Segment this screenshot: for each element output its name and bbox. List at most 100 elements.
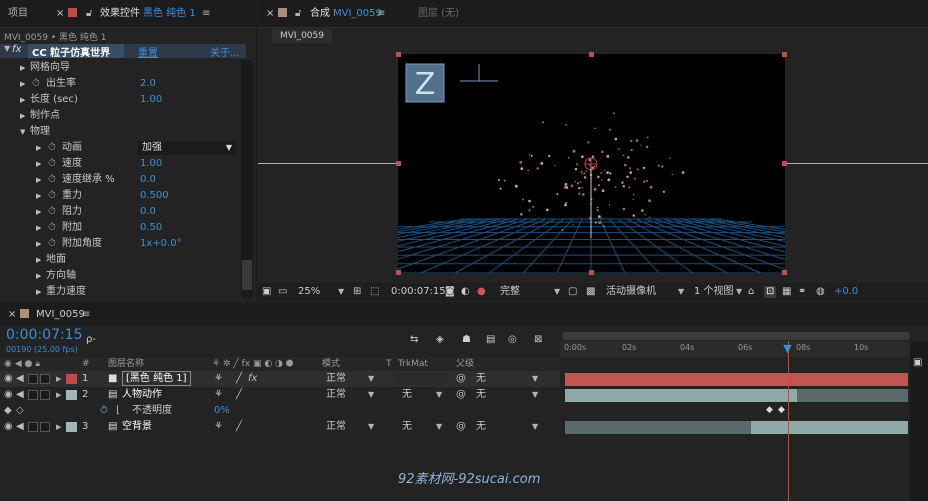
layer-handle-tl[interactable] bbox=[396, 52, 401, 57]
expand-triangle-icon[interactable]: ▶ bbox=[36, 204, 41, 220]
comp-viewer[interactable]: Z bbox=[398, 54, 785, 273]
region-of-interest-icon[interactable]: ▢ bbox=[568, 283, 577, 301]
layer-handle-mr[interactable] bbox=[782, 161, 787, 166]
reset-link[interactable]: 重置 bbox=[138, 44, 158, 59]
solo-toggle[interactable] bbox=[28, 374, 38, 384]
dropdown-arrow-icon[interactable]: ▼ bbox=[368, 371, 374, 387]
expand-triangle-icon[interactable]: ▶ bbox=[36, 252, 41, 268]
effect-property-row[interactable]: ▶ 制作点 bbox=[0, 108, 240, 124]
close-icon[interactable]: × bbox=[8, 309, 16, 320]
effect-property-row[interactable]: ▶ 地面 bbox=[0, 252, 240, 268]
expand-triangle-icon[interactable]: ▶ bbox=[36, 172, 41, 188]
close-icon[interactable]: × bbox=[56, 0, 64, 28]
layer-handle-tr[interactable] bbox=[782, 52, 787, 57]
pixel-aspect-icon[interactable]: ⌂ bbox=[748, 283, 754, 301]
property-value[interactable]: 0.500 bbox=[140, 188, 169, 204]
layer-name[interactable]: [黑色 纯色 1] bbox=[122, 371, 191, 386]
quality-value[interactable]: 完整 bbox=[500, 283, 520, 301]
expand-triangle-icon[interactable]: ▶ bbox=[36, 188, 41, 204]
dropdown-arrow-icon[interactable]: ▼ bbox=[368, 419, 374, 435]
lock-icon[interactable]: 🔓︎ bbox=[295, 0, 301, 28]
keyframe-marker[interactable]: ◆ bbox=[766, 405, 773, 415]
tab-composition[interactable]: 合成 bbox=[310, 0, 330, 28]
draft-3d-icon[interactable]: ◈ bbox=[436, 334, 444, 345]
solo-toggle[interactable] bbox=[28, 390, 38, 400]
layer-row[interactable]: ◉ ◀ ▶ 2 ▤ 人物动作 ⚘ ╱ 正常 ▼ 无 ▼ @ 无 ▼ bbox=[0, 387, 560, 403]
layer-handle-bl[interactable] bbox=[396, 270, 401, 275]
header-layer-name[interactable]: 图层名称 bbox=[108, 357, 144, 371]
solo-toggle[interactable] bbox=[28, 422, 38, 432]
layer-duration-bar[interactable] bbox=[565, 421, 751, 434]
about-link[interactable]: 关于... bbox=[210, 44, 240, 59]
keyframe-marker[interactable]: ◆ bbox=[778, 405, 785, 415]
layer-duration-bar[interactable] bbox=[565, 389, 797, 402]
camera-dropdown-icon[interactable]: ▼ bbox=[678, 283, 684, 301]
eye-icon[interactable]: ◉ bbox=[4, 371, 13, 387]
close-icon[interactable]: × bbox=[266, 0, 274, 28]
expand-triangle-icon[interactable]: ▶ bbox=[36, 236, 41, 252]
camera-view-value[interactable]: 活动摄像机 bbox=[606, 283, 656, 301]
property-value[interactable]: 0.50 bbox=[140, 220, 162, 236]
monitor-icon[interactable]: ▭ bbox=[278, 283, 287, 301]
layer-name[interactable]: 人物动作 bbox=[122, 387, 162, 403]
grid-toggle-icon[interactable]: ⊞ bbox=[353, 283, 361, 301]
comp-mini-flowchart-icon[interactable]: ⇆ bbox=[410, 334, 418, 345]
audio-icon[interactable]: ◀ bbox=[16, 387, 24, 403]
mode-dropdown[interactable]: 正常 bbox=[326, 388, 346, 402]
graph-icon[interactable]: ⌊ bbox=[116, 403, 120, 419]
timeline-toggle-icon[interactable]: ▦ bbox=[782, 283, 791, 301]
effect-property-row[interactable]: ▶ ⏱ 阻力 0.0 bbox=[0, 204, 240, 220]
parent-dropdown[interactable]: 无 bbox=[476, 372, 486, 386]
label-color-swatch[interactable] bbox=[66, 374, 77, 384]
stopwatch-icon[interactable]: ⏱ bbox=[48, 140, 56, 156]
property-value[interactable]: 1x+0.0° bbox=[140, 236, 182, 252]
panel-menu-icon[interactable]: ≡ bbox=[82, 309, 90, 320]
expand-triangle-icon[interactable]: ▶ bbox=[36, 284, 41, 300]
lock-toggle[interactable] bbox=[40, 390, 50, 400]
comp-subtab[interactable]: MVI_0059 bbox=[272, 29, 332, 43]
pickwhip-icon[interactable]: @ bbox=[456, 371, 466, 387]
collapse-triangle-icon[interactable]: ▼ bbox=[4, 44, 10, 53]
comp-flowchart-icon[interactable]: ⚭ bbox=[798, 283, 806, 301]
view-layout-dropdown-icon[interactable]: ▼ bbox=[736, 283, 742, 301]
quality-dropdown-icon[interactable]: ▼ bbox=[554, 283, 560, 301]
reset-exposure-icon[interactable]: ◍ bbox=[816, 283, 825, 301]
effect-property-row[interactable]: ▶ ⏱ 速度 1.00 bbox=[0, 156, 240, 172]
stopwatch-icon[interactable]: ⏱ bbox=[48, 188, 56, 204]
layer-duration-bar[interactable] bbox=[565, 373, 908, 386]
property-value[interactable]: 1.00 bbox=[140, 156, 162, 172]
layer-row[interactable]: ◉ ◀ ▶ 3 ▤ 空背景 ⚘ ╱ 正常 ▼ 无 ▼ @ 无 ▼ bbox=[0, 419, 560, 435]
quality-switch-icon[interactable]: ╱ bbox=[236, 371, 242, 387]
frame-blending-icon[interactable]: ▤ bbox=[486, 334, 495, 345]
eye-icon[interactable]: ◉ bbox=[4, 419, 13, 435]
tab-timeline-comp[interactable]: MVI_0059 bbox=[36, 309, 85, 320]
quality-switch-icon[interactable]: ╱ bbox=[236, 419, 242, 435]
effect-property-row[interactable]: ▶ 重力速度 bbox=[0, 284, 240, 300]
trkmat-dropdown[interactable]: 无 bbox=[402, 420, 412, 434]
layer-handle-tc[interactable] bbox=[589, 52, 594, 57]
fx-icon[interactable]: fx bbox=[12, 44, 21, 55]
dropdown-arrow-icon[interactable]: ▼ bbox=[532, 387, 538, 403]
scrollbar-thumb[interactable] bbox=[242, 260, 252, 290]
panel-menu-icon[interactable]: ≡ bbox=[377, 0, 385, 28]
effect-property-row[interactable]: ▶ ⏱ 出生率 2.0 bbox=[0, 76, 240, 92]
playhead-line[interactable] bbox=[788, 341, 790, 501]
effect-property-row[interactable]: ▶ ⏱ 速度继承 % 0.0 bbox=[0, 172, 240, 188]
expand-triangle-icon[interactable]: ▶ bbox=[56, 419, 61, 435]
scrollbar[interactable] bbox=[241, 60, 253, 298]
dropdown-arrow-icon[interactable]: ▼ bbox=[226, 141, 232, 155]
tab-project[interactable]: 项目 bbox=[8, 0, 28, 28]
fast-preview-icon[interactable]: ⊡ bbox=[764, 286, 777, 298]
effect-property-row[interactable]: ▶ 方向轴 bbox=[0, 268, 240, 284]
effect-property-row[interactable]: ▶ 网格向导 bbox=[0, 60, 240, 76]
layer-row[interactable]: ◉ ◀ ▶ 1 ■ [黑色 纯色 1] ⚘ ╱ fx 正常 ▼ @ 无 ▼ bbox=[0, 371, 560, 387]
effect-property-row[interactable]: ▶ ⏱ 附加 0.50 bbox=[0, 220, 240, 236]
pickwhip-icon[interactable]: @ bbox=[456, 419, 466, 435]
show-snapshot-icon[interactable]: ◐ bbox=[461, 283, 470, 301]
animation-dropdown[interactable]: 加强 ▼ bbox=[138, 141, 236, 155]
expand-triangle-icon[interactable]: ▶ bbox=[36, 140, 41, 156]
expand-triangle-icon[interactable]: ▶ bbox=[36, 220, 41, 236]
stopwatch-icon[interactable]: ⏱ bbox=[48, 220, 56, 236]
quality-switch-icon[interactable]: ╱ bbox=[236, 387, 242, 403]
stopwatch-icon[interactable]: ⏱ bbox=[32, 76, 40, 92]
